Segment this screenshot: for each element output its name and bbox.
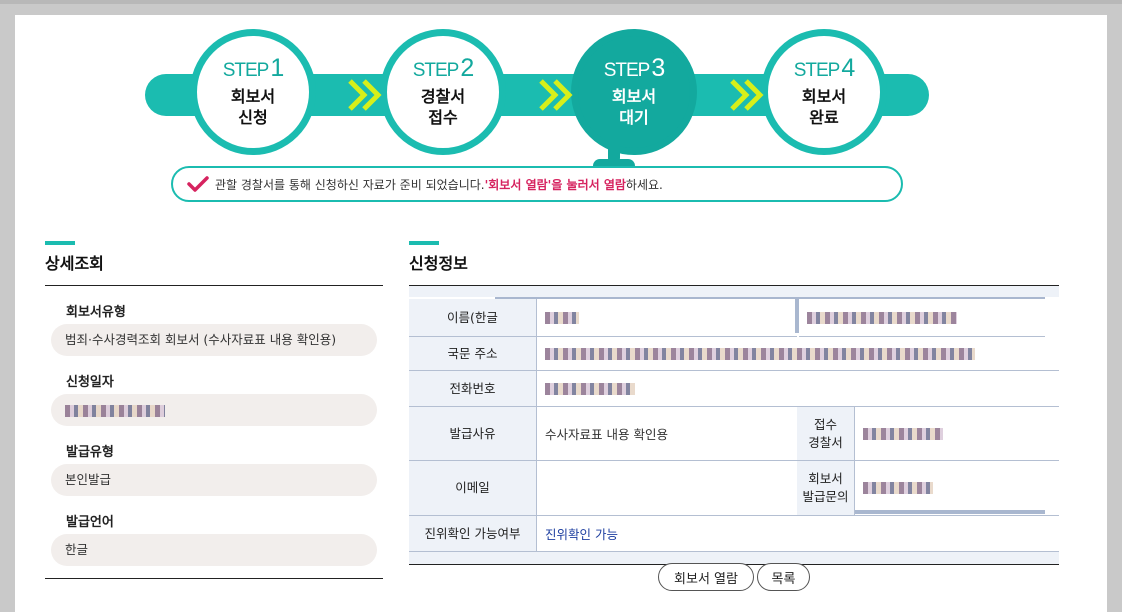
field-label-language: 발급언어	[66, 515, 114, 530]
application-title: 신청정보	[409, 254, 468, 273]
list-button[interactable]: 목록	[757, 563, 810, 591]
email-value	[537, 461, 797, 516]
notice-text: 관할 경찰서를 통해 신청하신 자료가 준비 되었습니다.	[215, 177, 485, 192]
divider	[45, 578, 383, 579]
redacted-value	[863, 482, 933, 494]
redacted-value	[545, 311, 579, 324]
field-label-issue-type: 발급유형	[66, 445, 114, 460]
phone-value	[537, 371, 1059, 407]
receipt-station-label: 접수 경찰서	[797, 407, 855, 461]
table-header-band	[409, 285, 1059, 297]
step-label: STEP	[412, 59, 460, 81]
step-1: STEP1 회보서 신청	[190, 29, 316, 155]
step-number: 2	[460, 53, 474, 82]
verify-label: 진위확인 가능여부	[409, 516, 537, 552]
receipt-station-value	[855, 407, 1059, 461]
divider	[45, 285, 383, 286]
step-label: STEP	[222, 59, 270, 81]
reason-value: 수사자료표 내용 확인용	[537, 407, 797, 461]
step-label: STEP	[603, 59, 651, 81]
row-divider	[855, 510, 1045, 514]
redacted-value	[545, 382, 635, 395]
table-top-border	[409, 285, 1059, 286]
field-value-language: 한글	[51, 534, 377, 566]
check-icon	[187, 176, 209, 192]
step-title: 회보서 대기	[611, 86, 657, 127]
field-value-apply-date	[51, 394, 377, 426]
window-top-border	[0, 0, 1122, 4]
field-label-report-type: 회보서유형	[66, 305, 126, 320]
inquiry-value	[855, 461, 1059, 516]
field-value-report-type: 범죄·수사경력조회 회보서 (수사자료표 내용 확인용)	[51, 324, 377, 356]
step-2: STEP2 경찰서 접수	[380, 29, 506, 155]
name-eng-value	[799, 299, 1045, 337]
step-title: 경찰서 접수	[420, 86, 466, 127]
step-number: 4	[841, 53, 855, 82]
view-report-button[interactable]: 회보서 열람	[658, 563, 754, 591]
reason-label: 발급사유	[409, 407, 537, 461]
step-number: 3	[651, 53, 665, 82]
verify-cell: 진위확인 가능	[537, 516, 1059, 552]
field-label-apply-date: 신청일자	[66, 375, 114, 390]
step-label: STEP	[793, 59, 841, 81]
name-value	[537, 299, 797, 337]
notice-text-end: 하세요.	[625, 177, 663, 192]
address-value	[537, 337, 1059, 371]
redacted-value	[863, 427, 943, 440]
step-title: 회보서 완료	[801, 86, 847, 127]
email-label: 이메일	[409, 461, 537, 516]
phone-label: 전화번호	[409, 371, 537, 407]
chevron-right-icon	[539, 79, 573, 111]
address-label: 국문 주소	[409, 337, 537, 371]
section-accent-bar	[45, 241, 75, 245]
chevron-right-icon	[730, 79, 764, 111]
step-title: 회보서 신청	[230, 86, 276, 127]
status-notice: 관할 경찰서를 통해 신청하신 자료가 준비 되었습니다. '회보서 열람'을 …	[171, 166, 903, 202]
detail-title: 상세조회	[45, 254, 104, 273]
notice-highlight: '회보서 열람'을 눌러서 열람	[484, 177, 626, 192]
field-value-issue-type: 본인발급	[51, 464, 377, 496]
inquiry-label: 회보서 발급문의	[797, 461, 855, 516]
redacted-value	[807, 311, 957, 324]
name-label: 이름(한글	[409, 299, 537, 337]
redacted-value	[545, 347, 975, 360]
step-3-active: STEP3 회보서 대기	[571, 29, 697, 155]
section-accent-bar	[409, 241, 439, 245]
verify-value-link[interactable]: 진위확인 가능	[545, 524, 618, 543]
step-number: 1	[270, 53, 284, 82]
step-4: STEP4 회보서 완료	[761, 29, 887, 155]
redacted-value	[65, 404, 165, 417]
chevron-right-icon	[348, 79, 382, 111]
